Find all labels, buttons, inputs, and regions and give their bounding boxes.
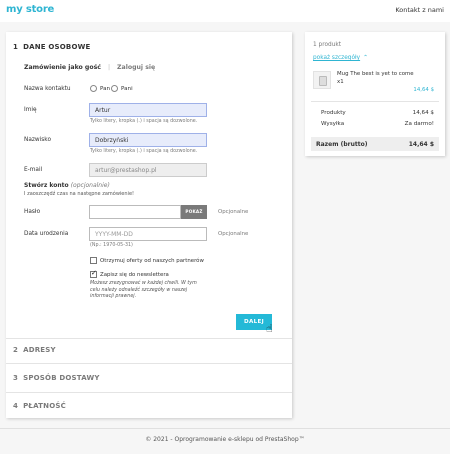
last-name-input[interactable]: Dobrzyński: [89, 133, 207, 147]
create-account-subtitle: I zaoszczędź czas na następne zamówienie…: [24, 191, 135, 197]
top-header: my store Kontakt z nami: [0, 0, 450, 22]
step-divider: [6, 363, 292, 364]
products-label: Produkty: [321, 110, 346, 116]
birthdate-input[interactable]: YYYY-MM-DD: [89, 227, 207, 241]
footer-divider: [0, 428, 450, 429]
partner-offers-label: Otrzymuj oferty od naszych partnerów: [100, 258, 204, 264]
contact-link[interactable]: Kontakt z nami: [395, 6, 444, 14]
last-name-label: Nazwisko: [24, 137, 52, 143]
customer-tabs: Zamówienie jako gość | Zaloguj się: [24, 64, 155, 71]
show-details-link[interactable]: pokaż szczegóły ⌃: [313, 55, 368, 61]
radio-pan-label: Pan: [100, 86, 111, 92]
step-title: PŁATNOŚĆ: [23, 402, 66, 410]
radio-pan[interactable]: [90, 85, 97, 92]
summary-divider: [311, 101, 439, 102]
email-label: E-mail: [24, 167, 43, 173]
contact-title-label: Nazwa kontaktu: [24, 86, 71, 92]
last-name-hint: Tylko litery, kropka (.) i spacja są doz…: [90, 149, 198, 154]
hand-pointer-icon: ☝: [266, 322, 273, 335]
step-number: 4: [13, 402, 19, 410]
step-title: ADRESY: [23, 346, 56, 354]
footer-copyright: © 2021 - Oprogramowanie e-sklepu od Pres…: [145, 436, 305, 443]
step-addresses-header[interactable]: 2 ADRESY: [13, 346, 56, 354]
newsletter-label: Zapisz się do newslettera: [100, 272, 169, 278]
product-count: 1 produkt: [313, 42, 341, 48]
first-name-hint: Tylko litery, kropka (.) i spacja są doz…: [90, 119, 198, 124]
total-value: 14,64 $: [408, 141, 434, 148]
password-label: Hasło: [24, 209, 41, 215]
password-input[interactable]: [89, 205, 181, 219]
radio-pani-label: Pani: [121, 86, 133, 92]
tab-login[interactable]: Zaloguj się: [117, 64, 155, 71]
birthdate-label: Data urodzenia: [24, 231, 69, 237]
radio-pani[interactable]: [111, 85, 118, 92]
create-account-optional: (opcjonalnie): [70, 182, 110, 189]
show-password-button[interactable]: POKAŻ: [181, 205, 207, 219]
newsletter-note: Możesz zrezygnować w każdej chwili. W ty…: [90, 281, 197, 299]
tab-separator: |: [107, 64, 111, 71]
cart-item-price: 14,64 $: [413, 87, 434, 93]
step-number: 1: [13, 43, 19, 51]
birthdate-hint: (Np.: 1970-05-31): [90, 243, 133, 248]
cart-item-name: Mug The best is yet to come: [337, 71, 414, 77]
store-logo[interactable]: my store: [6, 4, 54, 15]
step-personal-info-header: 1 DANE OSOBOWE: [13, 43, 91, 51]
step-number: 2: [13, 346, 19, 354]
step-payment-header[interactable]: 4 PŁATNOŚĆ: [13, 402, 66, 410]
product-thumbnail: [313, 71, 331, 89]
password-optional-text: Opcjonalne: [218, 209, 249, 215]
birthdate-optional-text: Opcjonalne: [218, 231, 249, 237]
create-account-title: Stwórz konto (opcjonalnie): [24, 182, 110, 189]
step-divider: [6, 392, 292, 393]
tab-guest-order[interactable]: Zamówienie jako gość: [24, 64, 101, 71]
products-value: 14,64 $: [412, 110, 434, 116]
step-shipping-header[interactable]: 3 SPOSÓB DOSTAWY: [13, 374, 100, 382]
step-title: DANE OSOBOWE: [23, 43, 91, 51]
cart-item-quantity: x1: [337, 79, 344, 85]
total-row: Razem (brutto) 14,64 $: [311, 137, 439, 151]
partner-offers-checkbox[interactable]: [90, 257, 97, 264]
total-label: Razem (brutto): [316, 141, 368, 148]
shipping-label: Wysyłka: [321, 121, 345, 127]
first-name-label: Imię: [24, 107, 37, 113]
newsletter-checkbox[interactable]: [90, 269, 97, 278]
step-title: SPOSÓB DOSTAWY: [23, 374, 100, 382]
step-number: 3: [13, 374, 19, 382]
email-input: artur@prestashop.pl: [89, 163, 207, 177]
chevron-up-icon: ⌃: [363, 55, 368, 61]
first-name-input[interactable]: Artur: [89, 103, 207, 117]
shipping-value: Za darmo!: [404, 121, 434, 127]
step-divider: [6, 338, 292, 339]
